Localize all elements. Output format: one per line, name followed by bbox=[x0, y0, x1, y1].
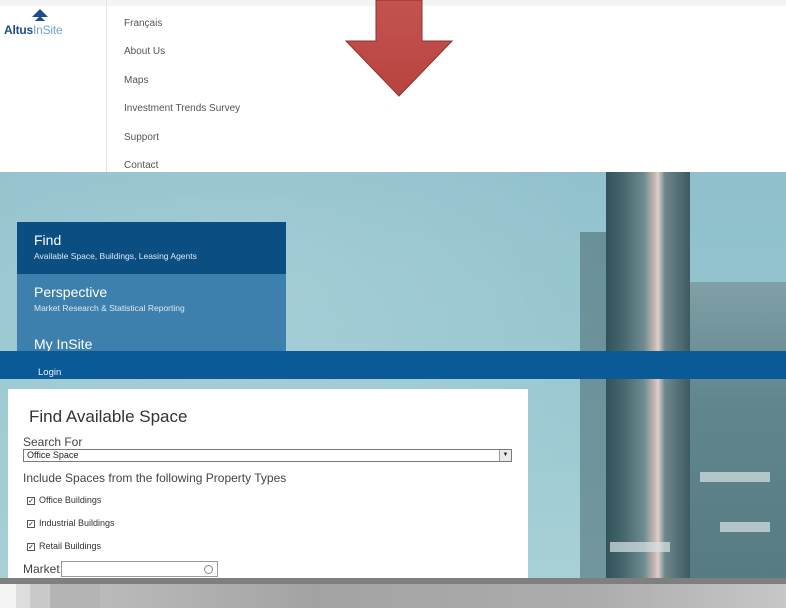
checkbox-industrial-buildings[interactable]: ✓ Industrial Buildings bbox=[27, 518, 115, 528]
background-building-right bbox=[690, 282, 786, 578]
checkbox-label: Industrial Buildings bbox=[39, 518, 115, 528]
menu-item-subtitle: Available Space, Buildings, Leasing Agen… bbox=[34, 251, 197, 261]
nav-item-support[interactable]: Support bbox=[124, 128, 240, 156]
include-label: Include Spaces from the following Proper… bbox=[23, 471, 287, 485]
panel-title: Find Available Space bbox=[29, 407, 188, 426]
menu-item-title: Find bbox=[34, 232, 62, 248]
find-space-panel: Find Available Space Search For Office S… bbox=[8, 389, 528, 578]
market-label: Market bbox=[23, 562, 60, 576]
nav-item-maps[interactable]: Maps bbox=[124, 71, 240, 99]
menu-item-title: My InSite bbox=[34, 336, 93, 352]
checkbox-label: Retail Buildings bbox=[39, 541, 102, 551]
logo-text: AltusInSite bbox=[4, 23, 63, 37]
logo-text-insite: InSite bbox=[33, 23, 63, 37]
nav-item-about-us[interactable]: About Us bbox=[124, 42, 240, 70]
site-header: AltusInSite Français About Us Maps Inves… bbox=[0, 0, 786, 172]
altus-logo-icon bbox=[32, 9, 48, 21]
checkbox-checked-icon[interactable]: ✓ bbox=[27, 519, 35, 528]
checkbox-label: Office Buildings bbox=[39, 495, 102, 505]
bottom-strip-edge bbox=[0, 578, 786, 584]
hero-banner: Find Available Space, Buildings, Leasing… bbox=[0, 172, 786, 578]
logo-text-altus: Altus bbox=[4, 23, 34, 37]
menu-item-find[interactable]: Find Available Space, Buildings, Leasing… bbox=[17, 222, 286, 274]
checkbox-checked-icon[interactable]: ✓ bbox=[27, 496, 35, 505]
site-logo[interactable]: AltusInSite bbox=[4, 8, 86, 42]
dropdown-arrow-icon[interactable]: ▼ bbox=[499, 450, 511, 461]
building-window bbox=[610, 542, 670, 552]
nav-item-investment-trends-survey[interactable]: Investment Trends Survey bbox=[124, 99, 240, 127]
market-input[interactable] bbox=[61, 561, 218, 577]
down-arrow-icon bbox=[344, 0, 454, 97]
login-link[interactable]: Login bbox=[38, 367, 61, 378]
search-for-label: Search For bbox=[23, 435, 83, 449]
building-window bbox=[700, 472, 770, 482]
checkbox-checked-icon[interactable]: ✓ bbox=[27, 542, 35, 551]
building-window bbox=[720, 522, 770, 532]
menu-item-title: Perspective bbox=[34, 284, 108, 300]
bottom-strip-blocks bbox=[0, 584, 100, 608]
menu-item-subtitle: Market Research & Statistical Reporting bbox=[34, 303, 185, 313]
nav-item-francais[interactable]: Français bbox=[124, 14, 240, 42]
checkbox-retail-buildings[interactable]: ✓ Retail Buildings bbox=[27, 541, 101, 551]
top-nav: Français About Us Maps Investment Trends… bbox=[124, 14, 240, 184]
circle-icon[interactable] bbox=[204, 565, 213, 574]
checkbox-office-buildings[interactable]: ✓ Office Buildings bbox=[27, 495, 101, 505]
hero-menu: Find Available Space, Buildings, Leasing… bbox=[17, 222, 286, 352]
menu-item-perspective[interactable]: Perspective Market Research & Statistica… bbox=[17, 274, 286, 326]
search-for-select[interactable]: Office Space ▼ bbox=[23, 449, 512, 462]
search-for-value: Office Space bbox=[27, 450, 79, 460]
login-bar: Login bbox=[0, 351, 786, 379]
menu-item-my-insite[interactable]: My InSite bbox=[17, 326, 286, 352]
nav-divider bbox=[106, 0, 107, 172]
